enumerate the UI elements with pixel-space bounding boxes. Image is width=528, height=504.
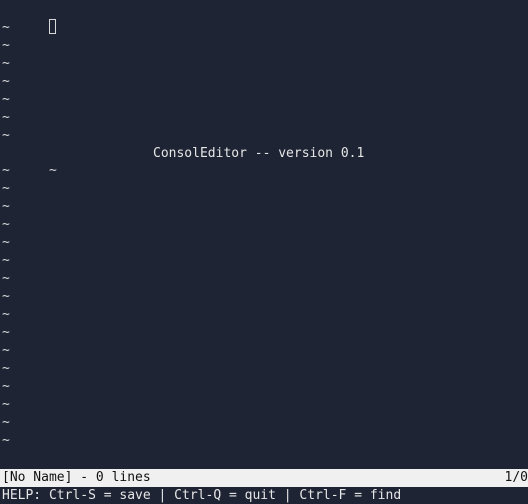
empty-line: ~ <box>2 234 526 252</box>
empty-line-tilde: ~ <box>2 289 10 304</box>
empty-line: ~ <box>2 342 526 360</box>
empty-line: ~ <box>2 324 526 342</box>
empty-line-tilde: ~ <box>2 253 10 269</box>
help-bar: HELP: Ctrl-S = save | Ctrl-Q = quit | Ct… <box>0 487 528 504</box>
empty-line: ~ <box>2 55 526 73</box>
empty-line: ~ <box>2 216 526 234</box>
empty-line: ~ <box>2 378 526 396</box>
empty-line-tilde: ~ <box>2 181 10 197</box>
empty-line: ~ <box>2 432 526 450</box>
empty-line: ~ <box>2 91 526 109</box>
empty-line-tilde: ~ <box>2 109 10 125</box>
empty-line: ~ <box>2 252 526 270</box>
empty-line-tilde: ~ <box>2 235 10 251</box>
empty-line-tilde: ~ <box>2 55 10 71</box>
empty-line-tilde: ~ <box>2 163 10 179</box>
empty-line: ~ <box>2 19 526 37</box>
empty-line: ~ <box>2 37 526 55</box>
empty-line-tilde: ~ <box>2 378 10 394</box>
empty-line-tilde: ~ <box>2 37 10 53</box>
empty-line: ~ <box>2 306 526 324</box>
empty-line-tilde: ~ <box>2 19 10 35</box>
empty-line: ~ <box>2 180 526 198</box>
empty-line-tilde: ~ <box>2 91 10 107</box>
cursor-position: 1/0 <box>504 470 528 485</box>
empty-line: ~ <box>2 288 526 306</box>
empty-line: ~ <box>2 198 526 216</box>
empty-line: ~ <box>2 360 526 378</box>
empty-line-tilde: ~ <box>2 342 10 358</box>
empty-line: ~ <box>2 127 526 145</box>
empty-line-tilde: ~ <box>2 396 10 412</box>
status-bar: [No Name] - 0 lines 1/0 <box>0 469 528 487</box>
empty-line-tilde: ~ <box>2 199 10 215</box>
empty-line-tilde: ~ <box>2 360 10 376</box>
empty-line: ~ <box>2 270 526 288</box>
file-status: [No Name] - 0 lines <box>2 470 151 485</box>
empty-line-tilde: ~ <box>2 432 10 448</box>
empty-line: ~ <box>2 396 526 414</box>
empty-line: ~ <box>2 73 526 91</box>
help-message: HELP: Ctrl-S = save | Ctrl-Q = quit | Ct… <box>2 488 402 503</box>
terminal-window[interactable]: ~ ~ ~ ~ ~ ~ ~ ~ ConsolEditor -- version … <box>0 0 528 504</box>
empty-line-tilde: ~ <box>2 271 10 287</box>
welcome-message: ConsolEditor -- version 0.1 <box>153 145 365 161</box>
empty-line: ~ <box>2 414 526 432</box>
empty-line: ~ <box>2 109 526 127</box>
welcome-line: ~ ConsolEditor -- version 0.1 <box>2 145 526 179</box>
empty-line-tilde: ~ <box>2 324 10 340</box>
empty-line-tilde: ~ <box>2 217 10 233</box>
empty-line: ~ <box>2 162 526 180</box>
empty-line-tilde: ~ <box>2 73 10 89</box>
empty-line-tilde: ~ <box>2 414 10 430</box>
editor-buffer[interactable]: ~ ~ ~ ~ ~ ~ ~ ~ ConsolEditor -- version … <box>2 1 526 469</box>
empty-line-tilde: ~ <box>2 306 10 322</box>
buffer-line-cursor <box>2 1 526 34</box>
empty-line-tilde: ~ <box>2 127 10 143</box>
